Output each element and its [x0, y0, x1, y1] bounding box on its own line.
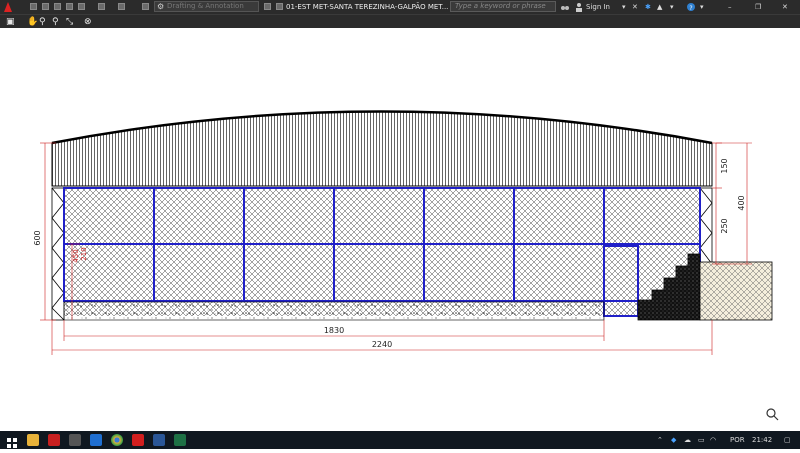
sign-in-dropdown-icon[interactable]: ▾: [622, 0, 626, 14]
close-view-icon[interactable]: ⊗: [84, 16, 92, 28]
document-title: 01-EST MET-SANTA TEREZINHA-GALPÃO MET...: [286, 3, 449, 11]
search-input[interactable]: Type a keyword or phrase: [450, 1, 556, 12]
exchange-icon[interactable]: ✱: [645, 0, 651, 14]
gear-icon: ⚙: [157, 2, 165, 11]
settings-taskbar-icon[interactable]: [69, 434, 81, 446]
view-toolbar: ▣ ✋ ⚲ ⚲ ⤡ ⊗: [0, 14, 800, 28]
plot-icon[interactable]: [78, 3, 85, 10]
customize-icon[interactable]: [276, 3, 283, 10]
language-indicator[interactable]: POR: [730, 431, 745, 449]
help-dropdown-icon[interactable]: ▾: [700, 0, 704, 14]
chrome-icon[interactable]: [111, 434, 123, 446]
svg-text:?: ?: [689, 5, 692, 12]
save-icon[interactable]: [54, 3, 61, 10]
help-icon[interactable]: ?: [686, 0, 696, 14]
title-bar: ⚙ Drafting & Annotation 01-EST MET-SANTA…: [0, 0, 800, 14]
magnifier-icon[interactable]: [766, 408, 779, 421]
maximize-button[interactable]: ❐: [755, 0, 761, 14]
dim-inner-2: 210: [80, 247, 88, 260]
excel-icon[interactable]: [174, 434, 186, 446]
acrobat-icon[interactable]: [132, 434, 144, 446]
dim-roof-rise: 150: [720, 158, 729, 173]
dim-span-inner: 1830: [324, 326, 344, 335]
zoom-realtime-icon[interactable]: ⚲: [39, 16, 46, 28]
notification-icon[interactable]: ▢: [784, 431, 791, 449]
print-icon[interactable]: ▣: [6, 16, 15, 28]
autocad-logo-icon[interactable]: [2, 0, 14, 14]
windows-taskbar: ⌃ ◆ ☁ ▭ ◠ POR 21:42 ▢: [0, 431, 800, 449]
stay-connected-dropdown-icon[interactable]: ▾: [670, 0, 674, 14]
user-icon[interactable]: [574, 0, 584, 14]
cart-icon[interactable]: ✕: [632, 0, 638, 14]
zoom-window-icon[interactable]: ⚲: [52, 16, 59, 28]
left-column-truss: [51, 187, 65, 321]
battery-icon[interactable]: ▭: [698, 431, 705, 449]
file-explorer-icon[interactable]: [27, 434, 39, 446]
dim-wall: 250: [720, 218, 729, 233]
drawing-canvas[interactable]: 600 450 210 150 250 400 1830 2240: [0, 28, 800, 431]
redo-icon[interactable]: [118, 3, 125, 10]
dim-upper-total: 400: [737, 195, 746, 210]
right-column-truss: [699, 187, 713, 265]
workspace-dropdown[interactable]: ⚙ Drafting & Annotation: [154, 1, 259, 12]
autocad-taskbar-icon[interactable]: [48, 434, 60, 446]
word-icon[interactable]: [153, 434, 165, 446]
clock[interactable]: 21:42: [752, 431, 772, 449]
zoom-extents-icon[interactable]: ⤡: [66, 16, 73, 28]
outlook-icon[interactable]: [90, 434, 102, 446]
wifi-icon[interactable]: ◠: [710, 431, 716, 449]
new-file-icon[interactable]: [30, 3, 37, 10]
workspace-label: Drafting & Annotation: [167, 2, 244, 10]
quick-access-dropdown-icon[interactable]: [264, 3, 271, 10]
cloud-icon[interactable]: ☁: [684, 431, 691, 449]
concrete-base: [63, 301, 605, 321]
dim-inner: 450: [72, 249, 80, 262]
roof: [51, 110, 713, 187]
minimize-button[interactable]: –: [728, 0, 732, 14]
windows-start-icon[interactable]: [6, 434, 18, 448]
share-icon[interactable]: [142, 3, 149, 10]
tray-chevron-icon[interactable]: ⌃: [657, 431, 663, 449]
pan-icon[interactable]: ✋: [27, 16, 38, 28]
sign-in-button[interactable]: Sign In: [586, 0, 610, 14]
autodesk-a360-icon[interactable]: ▲: [657, 0, 662, 14]
dropbox-icon[interactable]: ◆: [671, 431, 676, 449]
side-mesh-box: [699, 261, 773, 321]
save-as-icon[interactable]: [66, 3, 73, 10]
binoculars-icon[interactable]: [560, 0, 570, 14]
undo-icon[interactable]: [98, 3, 105, 10]
open-file-icon[interactable]: [42, 3, 49, 10]
close-button[interactable]: ✕: [782, 0, 788, 14]
dim-span-total: 2240: [372, 340, 392, 349]
dim-height-total: 600: [33, 230, 42, 245]
